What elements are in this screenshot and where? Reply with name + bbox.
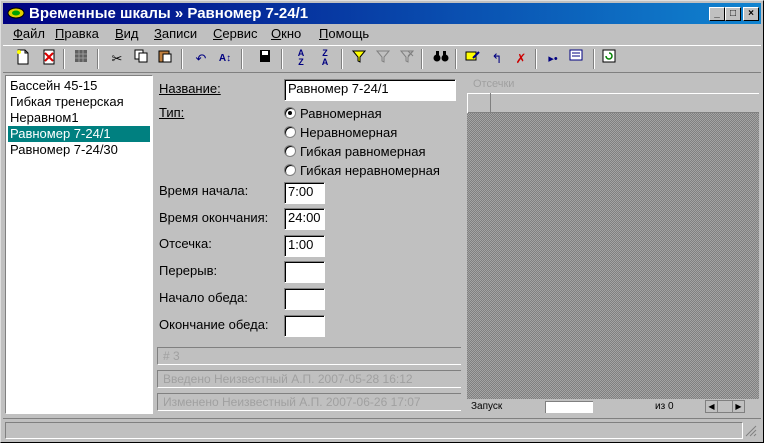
menu-window[interactable]: Окно [271, 26, 301, 42]
cutoff-field[interactable]: 1:00 [284, 235, 325, 257]
type-radio-flex-uniform[interactable]: Гибкая равномерная [284, 143, 454, 161]
start-time-field[interactable]: 7:00 [284, 182, 325, 204]
lunch-end-field[interactable] [284, 315, 325, 337]
radio-label: Равномерная [300, 106, 382, 121]
menu-help[interactable]: Помощь [319, 26, 369, 42]
app-window: Временные шкалы » Равномер 7-24/1 _ □ × … [0, 0, 764, 443]
new-icon[interactable] [13, 49, 33, 69]
app-icon[interactable] [7, 5, 25, 21]
cutoffs-grid-header [467, 93, 759, 113]
break-label: Перерыв: [159, 263, 218, 278]
sort-desc-icon[interactable]: ZA [315, 49, 335, 69]
list-item[interactable]: Бассейн 45-15 [8, 78, 150, 94]
window-title: Временные шкалы » Равномер 7-24/1 [29, 5, 309, 22]
name-field[interactable]: Равномер 7-24/1 [284, 79, 456, 101]
break-field[interactable] [284, 261, 325, 283]
radio-label: Неравномерная [300, 125, 398, 140]
radio-label: Гибкая равномерная [300, 144, 426, 159]
type-radio-uniform[interactable]: Равномерная [284, 105, 454, 123]
list-item[interactable]: Неравном1 [8, 110, 150, 126]
list-item-selected[interactable]: Равномер 7-24/1 [8, 126, 150, 142]
paste-icon[interactable] [155, 49, 175, 69]
sort-asc-icon[interactable]: AZ [291, 49, 311, 69]
edit-record-icon[interactable] [463, 49, 483, 69]
maximize-button[interactable]: □ [725, 7, 741, 21]
status-panel [5, 422, 743, 439]
refresh-record-icon[interactable]: ↰ [487, 49, 507, 69]
title-bar[interactable]: Временные шкалы » Равномер 7-24/1 _ □ × [3, 3, 761, 24]
filter-clear-icon[interactable] [397, 49, 417, 69]
lunch-end-label: Окончание обеда: [159, 317, 269, 332]
type-radio-nonuniform[interactable]: Неравномерная [284, 124, 454, 142]
scroll-left-icon[interactable]: ◀ [706, 401, 718, 412]
radio-icon[interactable] [284, 145, 296, 157]
lunch-start-field[interactable] [284, 288, 325, 310]
launch-label: Запуск [471, 401, 503, 412]
menu-bar: Файл Правка Вид Записи Сервис Окно Помощ… [3, 25, 761, 43]
cutoffs-grid-corner[interactable] [467, 93, 491, 113]
grid-icon[interactable] [71, 49, 91, 69]
print-preview-icon[interactable] [567, 49, 587, 69]
toolbar: ✂ ↶ A↕ AZ ZA ↰ ✗ ▸• [3, 45, 761, 73]
cutoff-label: Отсечка: [159, 236, 212, 251]
name-label: Название: [159, 81, 221, 96]
record-number: # 3 [157, 347, 461, 365]
cancel-record-icon[interactable]: ✗ [511, 49, 531, 69]
type-radio-flex-nonuniform[interactable]: Гибкая неравномерная [284, 162, 459, 180]
menu-file[interactable]: Файл [13, 26, 45, 42]
sort-icon[interactable]: A↕ [215, 49, 235, 69]
cutoffs-title: Отсечки [473, 78, 515, 90]
filter-icon[interactable] [349, 49, 369, 69]
record-changed: Изменено Неизвестный А.П. 2007-06-26 17:… [157, 393, 461, 411]
list-item[interactable]: Гибкая тренерская [8, 94, 150, 110]
menu-edit[interactable]: Правка [55, 26, 99, 42]
radio-selected-icon[interactable] [284, 107, 296, 119]
undo-icon[interactable]: ↶ [191, 49, 211, 69]
copy-icon[interactable] [131, 49, 151, 69]
cut-icon[interactable]: ✂ [107, 49, 127, 69]
resize-grip-icon[interactable] [745, 425, 757, 437]
radio-label: Гибкая неравномерная [300, 163, 440, 178]
record-entered: Введено Неизвестный А.П. 2007-05-28 16:1… [157, 370, 461, 388]
radio-icon[interactable] [284, 126, 296, 138]
cutoffs-nav: Запуск из 0 ◀ ▶ [467, 399, 759, 415]
delete-icon[interactable] [39, 49, 59, 69]
end-time-field[interactable]: 24:00 [284, 208, 325, 230]
radio-icon[interactable] [284, 164, 296, 176]
minimize-button[interactable]: _ [709, 7, 725, 21]
close-button[interactable]: × [743, 7, 759, 21]
status-bar [3, 418, 761, 440]
filter-off-icon[interactable] [373, 49, 393, 69]
start-time-label: Время начала: [159, 183, 249, 198]
refresh-icon[interactable] [599, 49, 619, 69]
find-icon[interactable] [431, 49, 451, 69]
type-label: Тип: [159, 105, 185, 120]
cutoffs-grid[interactable] [467, 93, 759, 399]
end-time-label: Время окончания: [159, 210, 269, 225]
list-item[interactable]: Равномер 7-24/30 [8, 142, 150, 158]
lunch-start-label: Начало обеда: [159, 290, 248, 305]
scroll-right-icon[interactable]: ▶ [732, 401, 744, 412]
menu-records[interactable]: Записи [154, 26, 197, 42]
scale-list[interactable]: Бассейн 45-15 Гибкая тренерская Неравном… [5, 75, 153, 414]
launch-field[interactable] [545, 401, 593, 413]
menu-service[interactable]: Сервис [213, 26, 258, 42]
menu-view[interactable]: Вид [115, 26, 139, 42]
save-icon[interactable] [255, 49, 275, 69]
horizontal-scrollbar[interactable]: ◀ ▶ [705, 400, 745, 413]
run-icon[interactable]: ▸• [543, 49, 563, 69]
of-count-label: из 0 [655, 401, 674, 412]
